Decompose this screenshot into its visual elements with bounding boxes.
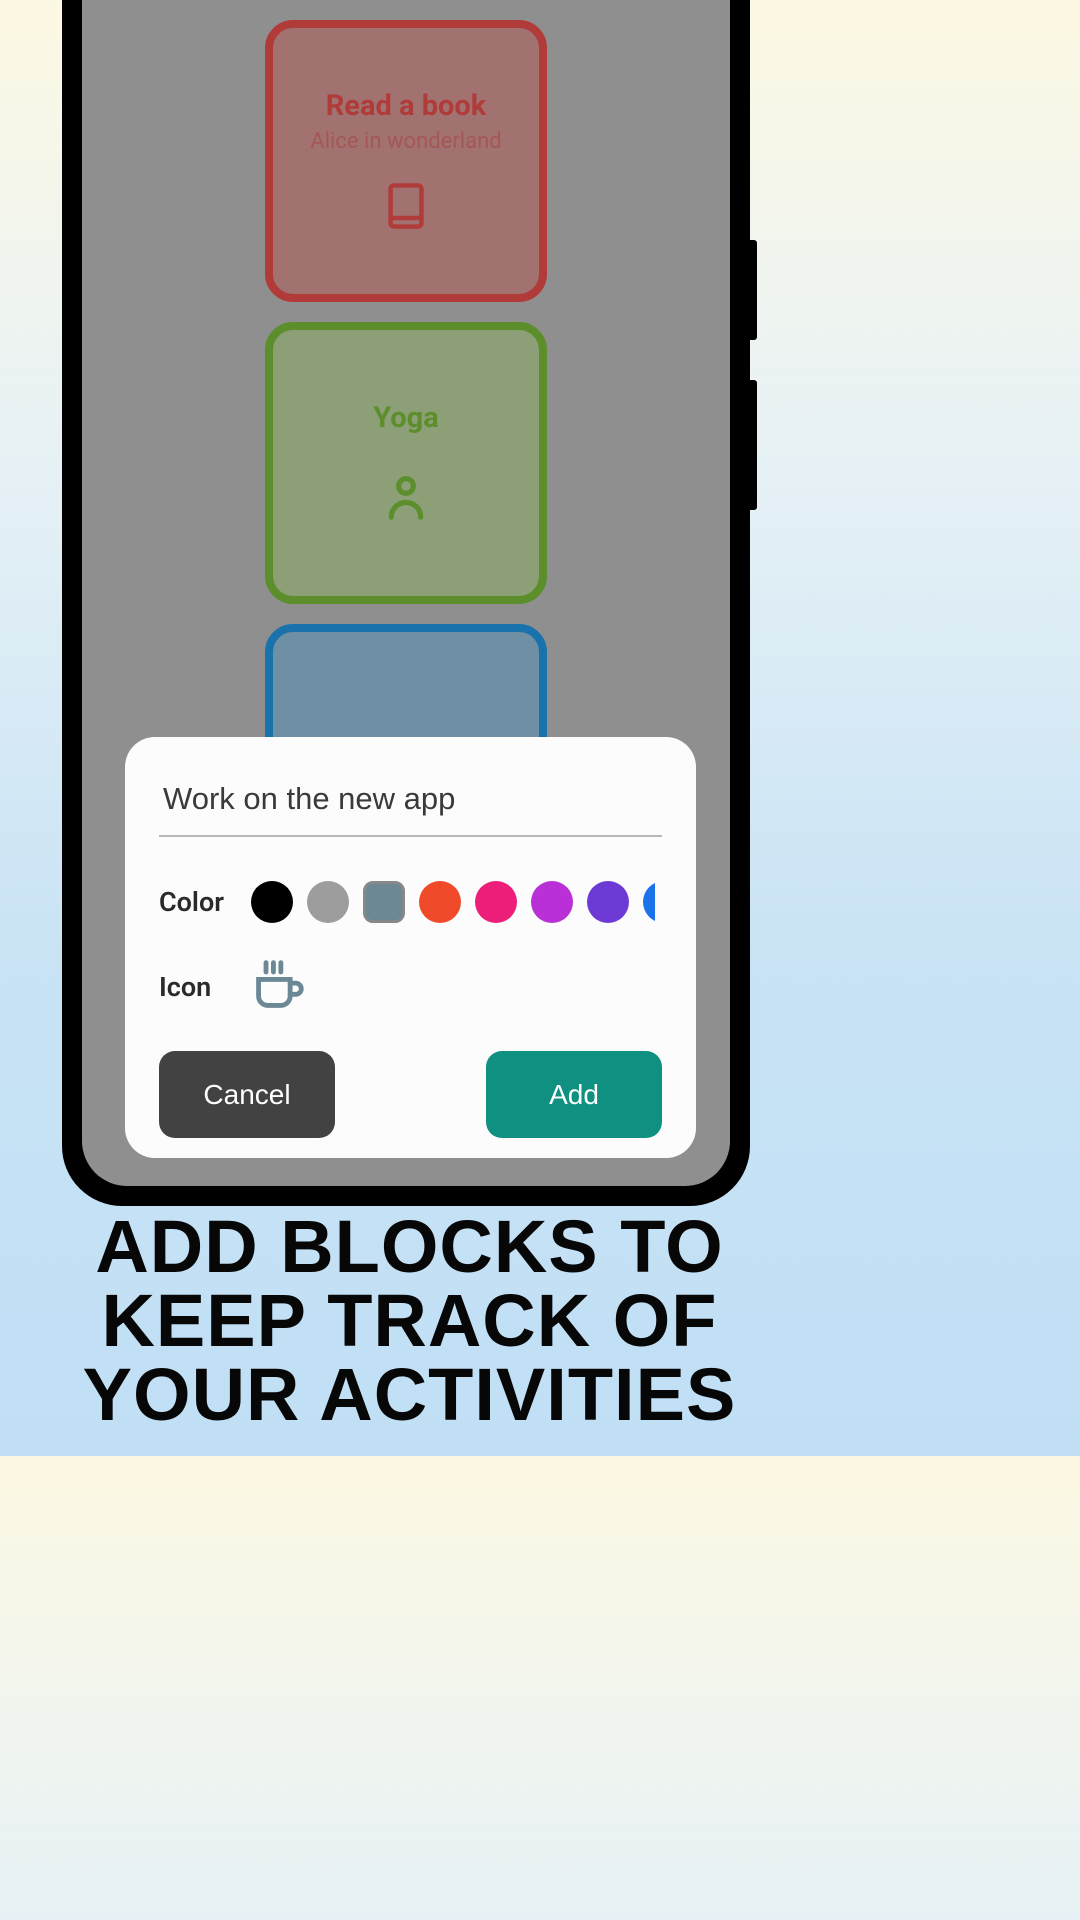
promo-caption: ADD BLOCKS TO KEEP TRACK OF YOUR ACTIVIT… — [0, 1210, 819, 1432]
icon-label: Icon — [159, 971, 233, 1003]
modal-buttons: Cancel Add — [159, 1051, 662, 1138]
phone-side-button — [750, 380, 757, 510]
color-swatch-red[interactable] — [419, 881, 461, 923]
color-swatch-black[interactable] — [251, 881, 293, 923]
color-swatch-grey[interactable] — [307, 881, 349, 923]
color-swatches — [251, 881, 655, 923]
color-row: Color — [159, 881, 662, 923]
icon-row: Icon — [159, 959, 662, 1015]
coffee-icon[interactable] — [251, 959, 307, 1015]
color-swatch-slate[interactable] — [363, 881, 405, 923]
color-swatch-pink[interactable] — [475, 881, 517, 923]
cancel-button[interactable]: Cancel — [159, 1051, 335, 1138]
color-swatch-blue[interactable] — [643, 881, 655, 923]
add-block-modal: Color Icon Cancel Add — [125, 737, 696, 1158]
color-swatch-violet[interactable] — [587, 881, 629, 923]
phone-side-button — [750, 240, 757, 340]
add-button[interactable]: Add — [486, 1051, 662, 1138]
color-label: Color — [159, 886, 233, 918]
block-name-input[interactable] — [159, 773, 662, 837]
color-swatch-purple[interactable] — [531, 881, 573, 923]
